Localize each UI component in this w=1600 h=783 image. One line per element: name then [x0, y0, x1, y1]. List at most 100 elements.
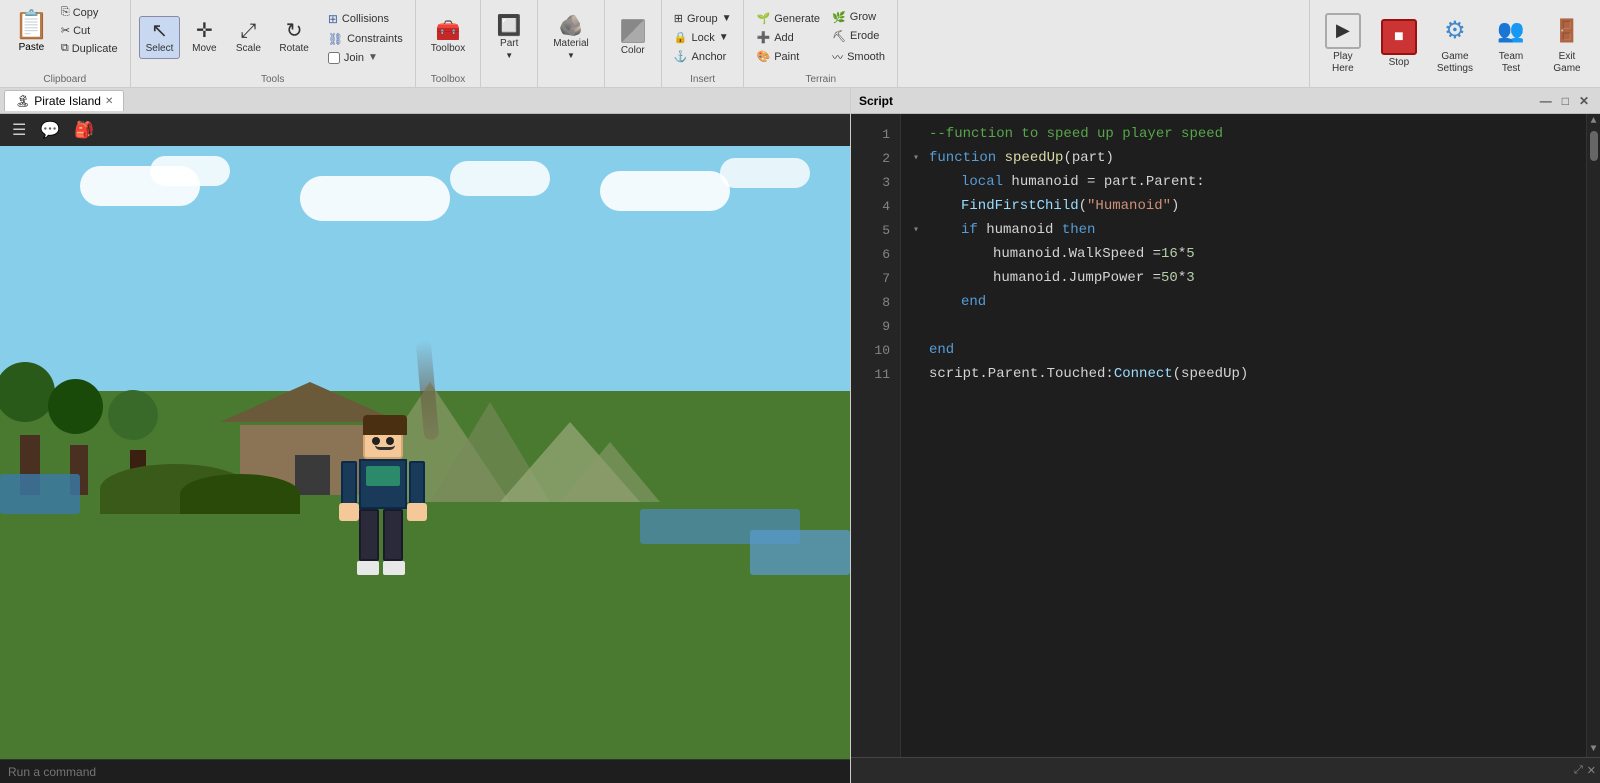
copy-button[interactable]: ⎘ Copy: [57, 4, 122, 21]
color-button[interactable]: Color: [613, 14, 653, 61]
inventory-button[interactable]: 🎒: [70, 118, 98, 142]
join-checkbox[interactable]: Join ▼: [324, 50, 407, 66]
tab-close-button[interactable]: ✕: [105, 96, 113, 107]
color-group: Color: [605, 0, 662, 87]
cloud-2: [150, 156, 230, 186]
lock-button[interactable]: 🔒 Lock ▼: [670, 29, 736, 46]
move-icon: ✛: [196, 21, 213, 41]
scene-view: [0, 146, 850, 759]
collisions-toggle[interactable]: ⊞ Collisions: [324, 10, 407, 28]
menu-button[interactable]: ☰: [8, 118, 30, 142]
scroll-down-arrow[interactable]: ▼: [1590, 744, 1596, 755]
hill-2: [180, 474, 300, 514]
stop-button[interactable]: ■ Stop: [1372, 14, 1426, 73]
paint-terrain-button[interactable]: 🎨 Paint: [752, 48, 824, 65]
scroll-thumb[interactable]: [1590, 131, 1598, 161]
line-num-2: 2: [851, 146, 900, 170]
insert-buttons: ⊞ Group ▼ 🔒 Lock ▼ ⚓ Anchor: [670, 10, 736, 65]
team-test-icon: 👥: [1493, 13, 1529, 49]
tree-top-3: [108, 390, 158, 440]
terrain-buttons: 🌱 Generate ➕ Add 🎨 Paint: [752, 10, 824, 65]
code-line-6: humanoid.WalkSpeed = 16*5: [913, 242, 1574, 266]
scroll-up-arrow[interactable]: ▲: [1590, 116, 1596, 127]
team-test-button[interactable]: 👥 TeamTest: [1484, 8, 1538, 80]
script-close-icon[interactable]: ✕: [1576, 93, 1592, 109]
toolbar: 📋 Paste ⎘ Copy ✂ Cut ⧉ Duplicate Clipboa…: [0, 0, 1600, 88]
line-num-10: 10: [851, 338, 900, 362]
script-minimize-icon[interactable]: —: [1537, 93, 1555, 109]
group-button[interactable]: ⊞ Group ▼: [670, 10, 736, 27]
material-row: 🪨 Material ▼: [546, 4, 596, 71]
anchor-button[interactable]: ⚓ Anchor: [670, 48, 736, 65]
water-left: [0, 474, 80, 514]
toolbox-button[interactable]: 🧰 Toolbox: [424, 16, 472, 59]
stop-icon: ■: [1381, 19, 1417, 55]
play-controls: ▶ PlayHere ■ Stop ⚙ GameSettings 👥 TeamT…: [1309, 0, 1600, 87]
command-input[interactable]: [8, 765, 842, 779]
toolbox-group: 🧰 Toolbox Toolbox: [416, 0, 481, 87]
rotate-icon: ↻: [286, 21, 303, 41]
line-num-7: 7: [851, 266, 900, 290]
select-icon: ↖: [151, 21, 168, 41]
clipboard-group: 📋 Paste ⎘ Copy ✂ Cut ⧉ Duplicate Clipboa…: [0, 0, 131, 87]
script-content: 1 2 3 4 5 6 7 8 9 10 11 --function to sp…: [851, 114, 1600, 757]
cut-button[interactable]: ✂ Cut: [57, 22, 122, 39]
fold-1: [913, 129, 925, 140]
rotate-button[interactable]: ↻ Rotate: [272, 16, 315, 59]
tree-top-2: [48, 379, 103, 434]
play-here-button[interactable]: ▶ PlayHere: [1316, 8, 1370, 80]
generate-button[interactable]: 🌱 Generate: [752, 10, 824, 27]
fold-5[interactable]: ▾: [913, 224, 925, 236]
chat-button[interactable]: 💬: [36, 118, 64, 142]
code-area[interactable]: --function to speed up player speed ▾ fu…: [901, 114, 1586, 757]
paste-button[interactable]: 📋 Paste: [8, 4, 55, 57]
erode-button[interactable]: ⛏ Erode: [828, 28, 889, 45]
cloud-4: [450, 161, 550, 196]
color-row: Color: [613, 4, 653, 71]
terrain-group: 🌱 Generate ➕ Add 🎨 Paint 🌿 Grow: [744, 0, 898, 87]
script-scrollbar[interactable]: ▲ ▼: [1586, 114, 1600, 757]
material-button[interactable]: 🪨 Material ▼: [546, 11, 596, 65]
building-door: [295, 455, 330, 495]
line-num-3: 3: [851, 170, 900, 194]
exit-game-button[interactable]: 🚪 ExitGame: [1540, 8, 1594, 80]
expand-icon[interactable]: ⤢: [1574, 764, 1583, 777]
game-settings-button[interactable]: ⚙ GameSettings: [1428, 8, 1482, 80]
select-button[interactable]: ↖ Select: [139, 16, 181, 59]
fold-7: [913, 273, 925, 284]
tools-top-row: ↖ Select ✛ Move ⤢ Scale ↻ Rotate ⊞ Colli…: [139, 4, 407, 71]
script-header-icons: — □ ✕: [1537, 93, 1592, 109]
scroll-track[interactable]: [1590, 127, 1598, 744]
color-icon: [621, 19, 645, 43]
code-line-2: ▾ function speedUp(part): [913, 146, 1574, 170]
line-num-1: 1: [851, 122, 900, 146]
move-button[interactable]: ✛ Move: [184, 16, 224, 59]
viewport-panel: 🏝 Pirate Island ✕ ☰ 💬 🎒: [0, 88, 850, 783]
code-line-8: end: [913, 290, 1574, 314]
part-icon: 🔲: [497, 16, 522, 36]
grow-button[interactable]: 🌿 Grow: [828, 9, 889, 26]
gear-icon: ⚙: [1437, 13, 1473, 49]
toolbar-spacer: [898, 0, 1309, 87]
tab-icon: 🏝: [15, 94, 30, 108]
fold-2[interactable]: ▾: [913, 152, 925, 164]
pirate-island-tab[interactable]: 🏝 Pirate Island ✕: [4, 90, 124, 111]
script-maximize-icon[interactable]: □: [1559, 93, 1572, 109]
part-button[interactable]: 🔲 Part ▼: [489, 11, 529, 65]
water-right-2: [750, 530, 850, 575]
scale-button[interactable]: ⤢ Scale: [228, 16, 268, 59]
fold-4: [913, 201, 925, 212]
add-terrain-button[interactable]: ➕ Add: [752, 29, 824, 46]
duplicate-button[interactable]: ⧉ Duplicate: [57, 40, 122, 57]
constraints-toggle[interactable]: ⛓ Constraints: [324, 30, 407, 48]
exit-game-icon: 🚪: [1549, 13, 1585, 49]
tab-bar: 🏝 Pirate Island ✕: [0, 88, 850, 114]
material-icon: 🪨: [559, 16, 584, 36]
cloud-5: [600, 171, 730, 211]
smooth-button[interactable]: 〰 Smooth: [828, 47, 889, 67]
code-line-3: local humanoid = part.Parent:: [913, 170, 1574, 194]
fold-3: [913, 177, 925, 188]
close-icon[interactable]: ✕: [1587, 764, 1596, 777]
join-check[interactable]: [328, 52, 340, 64]
toolbox-row: 🧰 Toolbox: [424, 4, 472, 71]
